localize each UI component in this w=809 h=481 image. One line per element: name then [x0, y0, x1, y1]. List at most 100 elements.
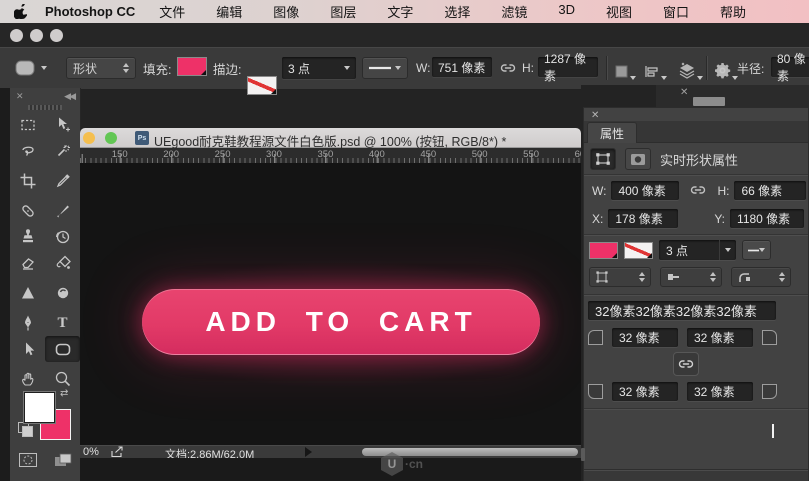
prop-fill-swatch[interactable] — [589, 242, 618, 259]
prop-x-field[interactable]: 178 像素 — [608, 209, 678, 228]
stroke-width-select[interactable]: 3 点 — [282, 57, 356, 79]
fill-color-swatch[interactable] — [177, 57, 207, 76]
menu-item[interactable]: 3D — [558, 2, 575, 21]
spot-healing-brush-tool[interactable] — [10, 198, 45, 224]
canvas[interactable]: ADD TO CART — [80, 163, 581, 445]
divider — [584, 234, 808, 236]
panel-edge-handle[interactable] — [581, 448, 585, 461]
path-operations-button[interactable] — [614, 57, 636, 79]
tools-panel-close-icon[interactable]: ✕ — [16, 91, 24, 102]
properties-close-icon[interactable]: ✕ — [591, 110, 599, 121]
radius-summary-field[interactable]: 32像素32像素32像素32像素 — [588, 301, 776, 320]
menu-item[interactable]: 编辑 — [216, 2, 242, 21]
path-arrangement-button[interactable] — [678, 57, 703, 79]
sharpen-tool[interactable] — [10, 280, 45, 306]
radius-tr-field[interactable]: 32 像素 — [687, 328, 753, 347]
shape-settings-button[interactable] — [714, 57, 738, 79]
stroke-corner-select[interactable] — [731, 267, 791, 287]
tool-mode-select[interactable]: 形状 — [66, 57, 136, 79]
chevron-down-icon — [661, 76, 667, 80]
prop-stroke-type-select[interactable] — [742, 240, 771, 260]
foreground-color-swatch[interactable] — [24, 392, 55, 423]
status-flyout-arrow-icon[interactable] — [305, 447, 312, 457]
solid-line-icon — [748, 249, 759, 252]
menu-item[interactable]: 帮助 — [720, 2, 746, 21]
add-to-cart-shape[interactable]: ADD TO CART — [142, 289, 540, 355]
clone-stamp-tool[interactable] — [10, 224, 45, 250]
path-selection-tool[interactable] — [10, 336, 45, 362]
history-brush-tool[interactable] — [45, 224, 80, 250]
quick-mask-button[interactable] — [18, 452, 38, 473]
zoom-level-field[interactable]: 0% — [83, 446, 99, 458]
menu-item[interactable]: 文字 — [387, 2, 413, 21]
stroke-color-swatch[interactable] — [247, 76, 277, 95]
tab-properties[interactable]: 属性 — [587, 122, 637, 143]
watermark-logo: U — [381, 452, 403, 476]
corner-top-left-icon[interactable] — [588, 330, 603, 345]
type-tool[interactable]: T — [45, 310, 80, 336]
shape-height-field[interactable]: 1287 像素 — [538, 57, 598, 77]
stroke-type-select[interactable] — [362, 57, 408, 79]
masks-mode-button[interactable] — [625, 148, 651, 170]
live-shape-mode-button[interactable] — [590, 148, 616, 170]
background-panel-close-icon[interactable]: ✕ — [680, 87, 688, 98]
radius-br-field[interactable]: 32 像素 — [687, 382, 753, 401]
tool-preset-button[interactable] — [14, 57, 47, 79]
lasso-tool[interactable] — [10, 138, 45, 164]
crop-tool[interactable] — [10, 168, 45, 194]
screen-mode-button[interactable] — [53, 452, 73, 473]
tools-panel-collapse-icon[interactable]: ◀◀ — [64, 91, 74, 102]
menu-item[interactable]: 窗口 — [663, 2, 689, 21]
brush-tool[interactable] — [45, 198, 80, 224]
corner-bottom-right-icon[interactable] — [762, 384, 777, 399]
window-close-button[interactable] — [10, 29, 23, 42]
menu-item[interactable]: 视图 — [606, 2, 632, 21]
pen-tool[interactable] — [10, 310, 45, 336]
menu-item[interactable]: 文件 — [159, 2, 185, 21]
radius-bl-field[interactable]: 32 像素 — [612, 382, 678, 401]
magic-wand-tool[interactable] — [45, 138, 80, 164]
prop-y-field[interactable]: 1180 像素 — [730, 209, 804, 228]
swap-colors-icon[interactable]: ⇄ — [60, 388, 68, 399]
eraser-tool[interactable] — [10, 250, 45, 276]
link-radius-button[interactable] — [673, 352, 699, 376]
menu-item[interactable]: 选择 — [444, 2, 470, 21]
corner-top-right-icon[interactable] — [762, 330, 777, 345]
menu-item[interactable]: 滤镜 — [501, 2, 527, 21]
path-alignment-button[interactable] — [644, 57, 667, 79]
menu-item[interactable]: 图层 — [330, 2, 356, 21]
link-dimensions-icon[interactable] — [500, 57, 516, 79]
paint-bucket-tool[interactable] — [45, 250, 80, 276]
prop-stroke-width-select[interactable]: 3 点 — [659, 240, 736, 260]
corner-bottom-left-icon[interactable] — [588, 384, 603, 399]
prop-w-label: W: — [592, 184, 606, 198]
prop-w-field[interactable]: 400 像素 — [611, 181, 679, 200]
panel-title: 实时形状属性 — [660, 150, 738, 169]
radius-tl-field[interactable]: 32 像素 — [612, 328, 678, 347]
stroke-cap-select[interactable] — [660, 267, 722, 287]
doc-zoom-button[interactable] — [105, 132, 117, 144]
doc-minimize-button[interactable] — [83, 132, 95, 144]
rectangular-marquee-tool[interactable] — [10, 112, 45, 138]
apple-menu-icon[interactable] — [14, 4, 27, 19]
horizontal-ruler[interactable]: 150200250300350400450500550600 — [80, 148, 581, 164]
app-menu-title[interactable]: Photoshop CC — [45, 4, 135, 19]
radius-tr-value: 32 像素 — [694, 329, 735, 346]
window-zoom-button[interactable] — [50, 29, 63, 42]
document-titlebar[interactable]: Ps UEgood耐克鞋教程源文件白色版.psd @ 100% (按钮, RGB… — [80, 128, 581, 148]
stroke-align-select[interactable] — [589, 267, 651, 287]
radius-field[interactable]: 80 像素 — [771, 57, 809, 77]
tools-panel-grip[interactable] — [28, 105, 62, 110]
link-wh-icon[interactable] — [690, 182, 706, 200]
hand-tool[interactable] — [10, 366, 45, 392]
menu-item[interactable]: 图像 — [273, 2, 299, 21]
shape-width-field[interactable]: 751 像素 — [432, 57, 492, 77]
eyedropper-tool[interactable] — [45, 168, 80, 194]
prop-h-field[interactable]: 66 像素 — [734, 181, 806, 200]
move-tool[interactable] — [45, 112, 80, 138]
divider — [584, 408, 808, 410]
rounded-rectangle-tool[interactable] — [45, 336, 80, 362]
window-minimize-button[interactable] — [30, 29, 43, 42]
smudge-tool[interactable] — [45, 280, 80, 306]
prop-stroke-swatch[interactable] — [624, 242, 653, 259]
